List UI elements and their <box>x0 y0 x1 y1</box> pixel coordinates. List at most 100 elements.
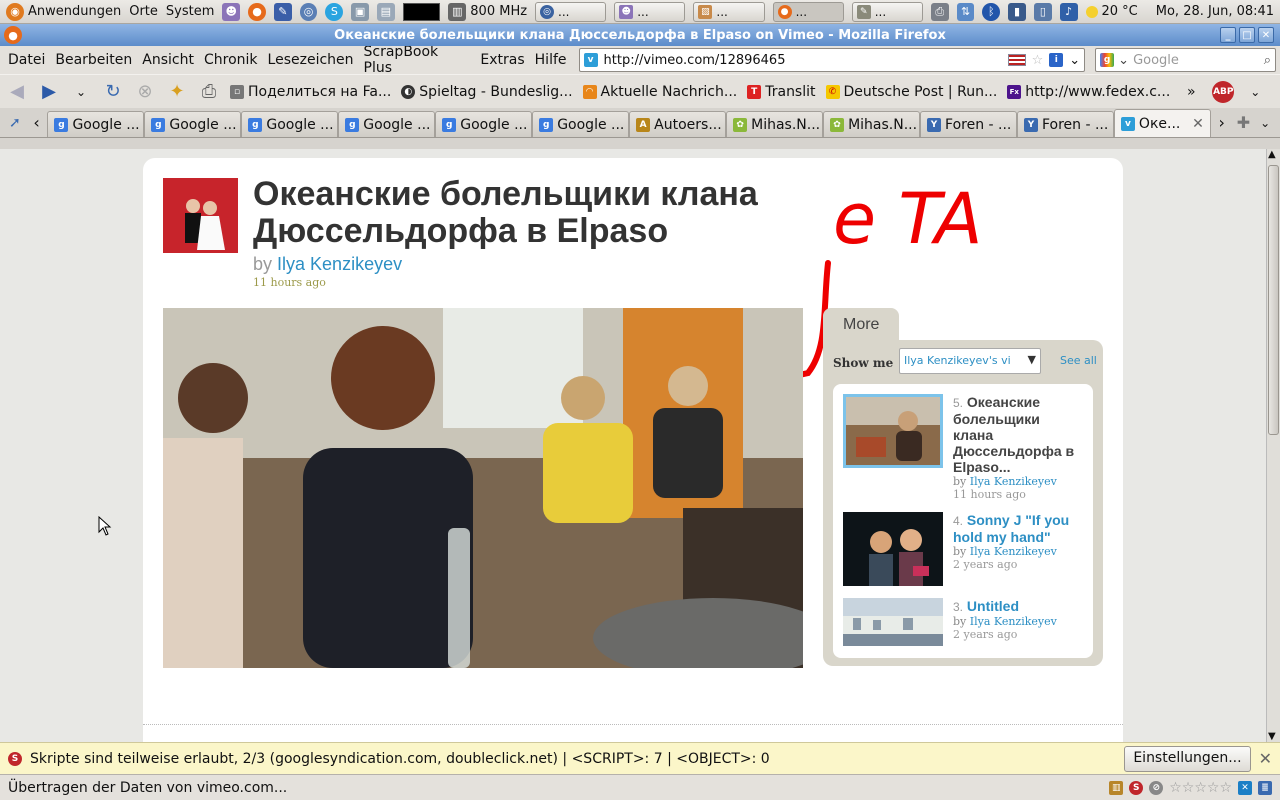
info-icon[interactable]: i <box>1049 53 1064 67</box>
more-tab[interactable]: More <box>823 308 899 342</box>
places-menu[interactable]: Orte <box>129 4 158 19</box>
video-thumbnail[interactable] <box>843 598 943 646</box>
url-bar[interactable]: v http://vimeo.com/12896465 ☆ i ⌄ <box>578 48 1086 72</box>
tab-foren-1[interactable]: Y Foren - ... <box>920 111 1017 137</box>
scroll-up-icon[interactable]: ▲ <box>1268 149 1276 160</box>
firefox-launcher-icon[interactable]: ● <box>248 2 266 21</box>
menu-datei[interactable]: Datei <box>4 52 49 68</box>
wifi-signal-icon[interactable]: ▮ <box>1008 2 1026 21</box>
task-button-2[interactable]: ☻... <box>614 1 686 22</box>
adblock-dropdown-icon[interactable]: ⌄ <box>1244 81 1266 103</box>
menu-lesezeichen[interactable]: Lesezeichen <box>264 52 358 68</box>
menu-extras[interactable]: Extras <box>476 52 528 68</box>
menu-bearbeiten[interactable]: Bearbeiten <box>51 52 136 68</box>
show-me-select[interactable]: Ilya Kenzikeyev's vi ▼ <box>899 348 1041 374</box>
bookmark-3[interactable]: ◠ Aktuelle Nachrich... <box>582 84 737 100</box>
search-bar[interactable]: g ⌄ Google ⌕ <box>1095 48 1276 72</box>
minimize-button[interactable]: _ <box>1220 27 1236 43</box>
adblock-icon[interactable]: ABP <box>1212 80 1235 103</box>
menu-chronik[interactable]: Chronik <box>200 52 262 68</box>
list-item[interactable]: 5. Океанские болельщики клана Дюссельдор… <box>843 394 1083 504</box>
stop-icon[interactable]: ⊗ <box>134 81 156 103</box>
editor-launcher-icon[interactable]: ✎ <box>273 2 292 21</box>
tab-foren-2[interactable]: Y Foren - ... <box>1016 111 1114 137</box>
video-item-author[interactable]: Ilya Kenzikeyev <box>970 475 1057 488</box>
system-menu[interactable]: System <box>166 4 214 19</box>
back-icon[interactable]: ◀ <box>6 81 28 103</box>
printer-icon[interactable]: ⎙ <box>930 2 949 21</box>
author-avatar[interactable] <box>163 178 238 253</box>
screenshot-icon[interactable]: ▣ <box>351 2 369 21</box>
bluetooth-icon[interactable]: ᛒ <box>982 2 1001 21</box>
applications-menu[interactable]: ◉ Anwendungen <box>6 2 121 21</box>
task-button-3[interactable]: ▧... <box>693 1 765 22</box>
pidgin-icon[interactable]: ☻ <box>222 2 241 21</box>
vertical-scrollbar[interactable]: ▲ ▼ <box>1266 149 1280 742</box>
video-player[interactable] <box>163 308 803 668</box>
weather-applet[interactable]: 20 °C <box>1085 4 1138 19</box>
new-tab-icon[interactable]: ✚ <box>1233 112 1255 134</box>
google-engine-icon[interactable]: g <box>1100 53 1115 67</box>
close-window-button[interactable]: ✕ <box>1258 27 1274 43</box>
clock[interactable]: Mo, 28. Jun, 08:41 <box>1156 4 1274 19</box>
adblock-status-icon[interactable]: ⊘ <box>1149 780 1164 795</box>
skype-icon[interactable]: S <box>325 2 344 21</box>
noscript-status-icon[interactable]: S <box>1129 780 1144 795</box>
see-all-link[interactable]: See all <box>1060 354 1097 367</box>
tab-autoers[interactable]: A Autoers... <box>629 111 727 137</box>
tab-google-1[interactable]: g Google ... <box>47 111 145 137</box>
list-item[interactable]: 4. Sonny J "If you hold my hand" by Ilya… <box>843 512 1083 592</box>
tab-google-4[interactable]: g Google ... <box>338 111 436 137</box>
bookmark-star-icon[interactable]: ☆ <box>1032 53 1044 68</box>
task-button-1[interactable]: ◎... <box>535 1 607 22</box>
reload-icon[interactable]: ↻ <box>102 81 124 103</box>
network-launcher-icon[interactable]: ◎ <box>299 2 318 21</box>
addon-status-icon[interactable]: ✕ <box>1238 780 1252 795</box>
bookmark-6[interactable]: Fx http://www.fedex.c... <box>1007 84 1170 100</box>
tab-list-icon[interactable]: ➚ <box>4 112 26 134</box>
video-item-author[interactable]: Ilya Kenzikeyev <box>970 545 1057 558</box>
bookmark-5[interactable]: ✆ Deutsche Post | Run... <box>825 84 997 100</box>
engine-dropdown-icon[interactable]: ⌄ <box>1118 53 1129 68</box>
tab-google-5[interactable]: g Google ... <box>435 111 533 137</box>
tab-google-2[interactable]: g Google ... <box>144 111 242 137</box>
menu-scrapbook[interactable]: ScrapBook Plus <box>360 44 475 76</box>
forward-icon[interactable]: ▶ <box>38 81 60 103</box>
rating-stars-icon[interactable]: ☆☆☆☆☆ <box>1169 780 1232 796</box>
bookmarks-overflow-icon[interactable]: » <box>1180 81 1202 103</box>
task-button-5[interactable]: ✎... <box>851 1 923 22</box>
download-status-icon[interactable]: ≣ <box>1258 780 1272 795</box>
scrapbook-status-icon[interactable]: ▥ <box>1109 780 1124 795</box>
history-dropdown-icon[interactable]: ⌄ <box>70 81 92 103</box>
tab-google-3[interactable]: g Google ... <box>241 111 339 137</box>
video-item-title[interactable]: 5. Океанские болельщики клана Дюссельдор… <box>953 394 1083 475</box>
scrollbar-thumb[interactable] <box>1268 165 1279 435</box>
task-button-4[interactable]: ●... <box>772 1 844 22</box>
video-thumbnail[interactable] <box>843 512 943 586</box>
author-link[interactable]: Ilya Kenzikeyev <box>277 254 402 274</box>
print-icon[interactable]: ⎙ <box>198 81 220 103</box>
bookmark-1[interactable]: ▫ Поделиться на Fa... <box>230 84 391 100</box>
scroll-tabs-right-icon[interactable]: › <box>1211 112 1233 134</box>
video-item-title[interactable]: 4. Sonny J "If you hold my hand" <box>953 512 1083 545</box>
scroll-tabs-left-icon[interactable]: ‹ <box>26 112 48 134</box>
bookmark-4[interactable]: T Translit <box>747 84 816 100</box>
menu-hilfe[interactable]: Hilfe <box>531 52 571 68</box>
all-tabs-dropdown-icon[interactable]: ⌄ <box>1254 112 1276 134</box>
tab-mihas-2[interactable]: ✿ Mihas.N... <box>823 111 921 137</box>
battery-icon[interactable]: ▯ <box>1033 2 1052 21</box>
home-icon[interactable]: ✦ <box>166 81 188 103</box>
video-item-author[interactable]: Ilya Kenzikeyev <box>970 615 1057 628</box>
settings-button[interactable]: Einstellungen... <box>1124 745 1251 772</box>
video-item-title[interactable]: 3. Untitled <box>953 598 1083 615</box>
search-icon[interactable]: ⌕ <box>1264 53 1271 68</box>
tab-google-6[interactable]: g Google ... <box>532 111 630 137</box>
window-titlebar[interactable]: ● Океанские болельщики клана Дюссельдорф… <box>0 24 1280 46</box>
tab-vimeo-active[interactable]: v Оке... ✕ <box>1113 109 1211 137</box>
close-notification-icon[interactable]: ✕ <box>1259 749 1272 768</box>
list-item[interactable]: 3. Untitled by Ilya Kenzikeyev 2 years a… <box>843 598 1083 658</box>
tab-mihas-1[interactable]: ✿ Mihas.N... <box>726 111 824 137</box>
network-tray-icon[interactable]: ⇅ <box>956 2 975 21</box>
video-thumbnail[interactable] <box>843 394 943 468</box>
maximize-button[interactable]: □ <box>1239 27 1255 43</box>
